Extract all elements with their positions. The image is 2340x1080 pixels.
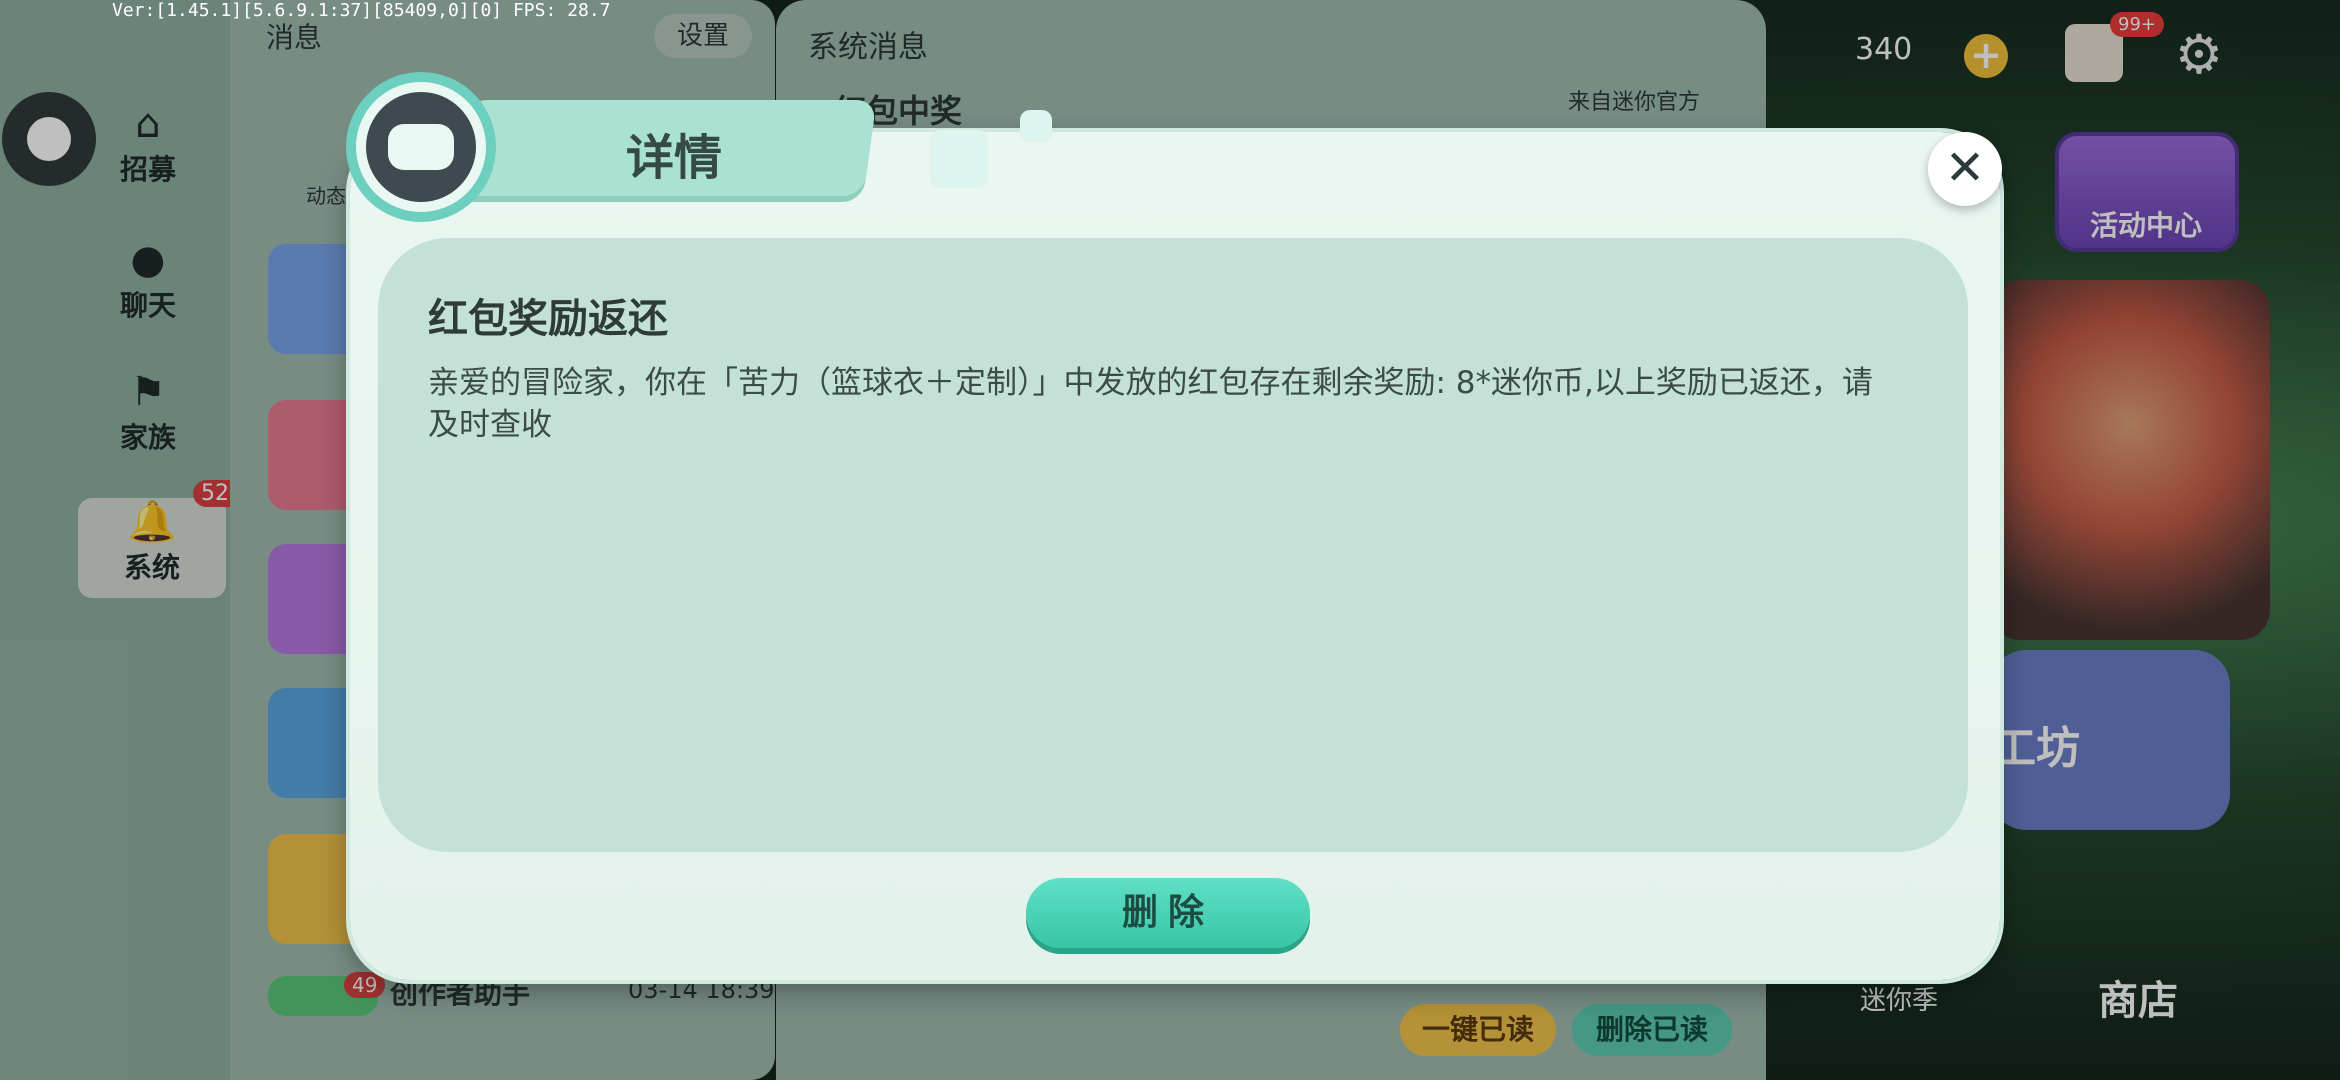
debug-version: Ver:[1.45.1][5.6.9.1:37][85409,0][0] FPS… xyxy=(112,0,611,21)
close-button[interactable]: ✕ xyxy=(1928,132,2002,206)
delete-button[interactable]: 删除 xyxy=(1026,878,1310,948)
decor-square xyxy=(1020,110,1052,142)
message-body: 亲爱的冒险家，你在「苦力（篮球衣＋定制）」中发放的红包存在剩余奖励: 8*迷你币… xyxy=(428,365,1873,443)
detail-title: 详情 xyxy=(626,130,723,186)
avatar-face-icon xyxy=(388,124,454,170)
message-heading: 红包奖励返还 xyxy=(428,296,668,342)
decor-square xyxy=(930,130,988,188)
